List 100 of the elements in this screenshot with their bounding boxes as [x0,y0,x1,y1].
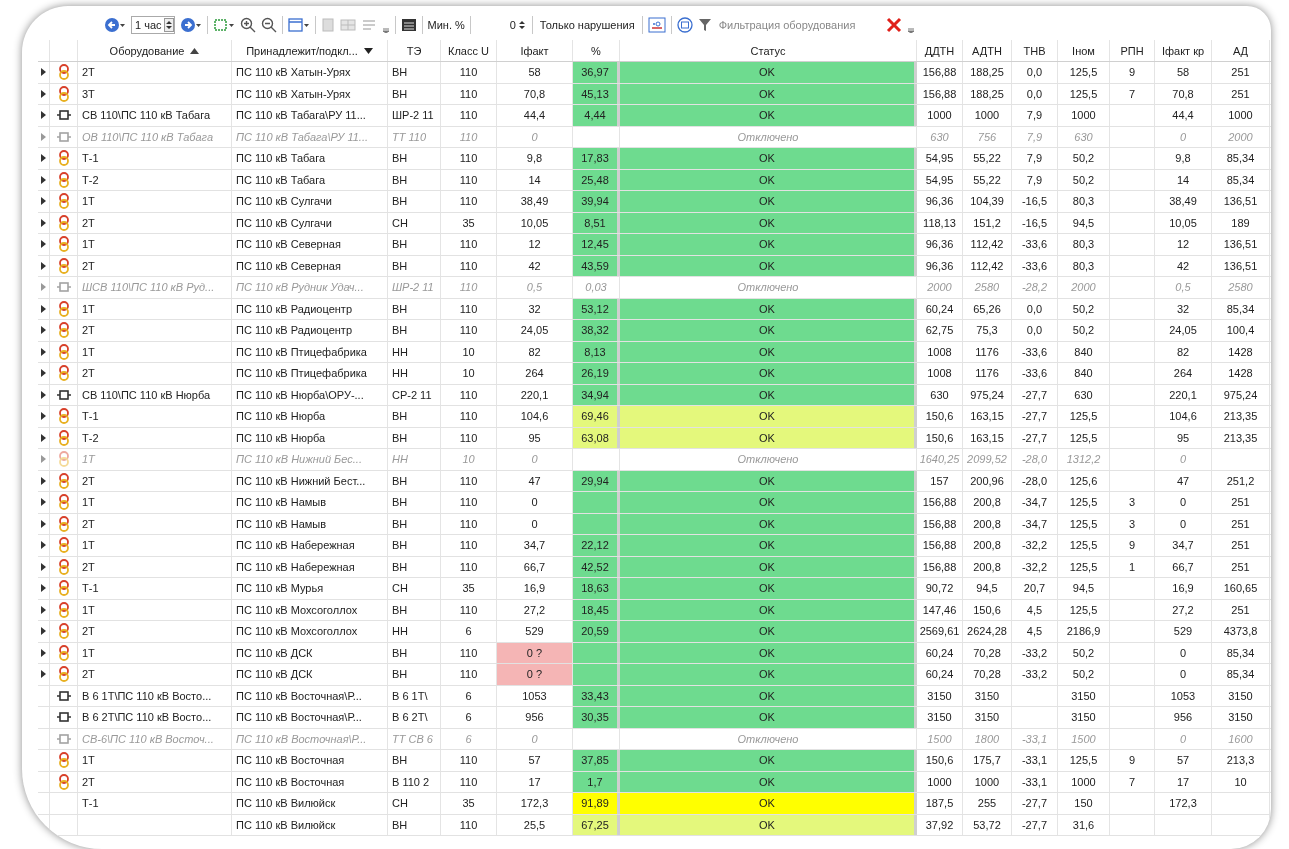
table-cell: ПС 110 кВ Восточная [232,771,388,792]
transformer-icon [57,85,70,102]
column-header[interactable]: ТЭ [388,40,441,61]
select-frame-icon[interactable] [212,17,235,33]
table-cell: 0,0 [1012,298,1058,319]
status-cell: OK [620,105,917,126]
expand-arrow-icon[interactable] [41,197,46,206]
table-cell: 7,9 [1012,169,1058,190]
close-icon[interactable] [885,17,902,33]
column-header[interactable]: АД [1212,40,1270,61]
table-cell: 136,51 [1212,191,1270,212]
expand-arrow-icon[interactable] [41,218,46,227]
expand-arrow-icon[interactable] [41,627,46,636]
table-cell: 150,6 [917,750,963,771]
table-cell: ШСВ 110\ПС 110 кВ Руд... [78,277,232,298]
table-cell: 1Т [78,599,232,620]
table-cell: ПС 110 кВ Радиоцентр [232,298,388,319]
spin-arrows-icon[interactable] [163,18,174,32]
expand-arrow-icon[interactable] [41,68,46,77]
expand-arrow-icon[interactable] [41,369,46,378]
column-header[interactable]: Iфакт кр [1155,40,1212,61]
status-cell: OK [620,255,917,276]
expand-arrow-icon[interactable] [41,476,46,485]
column-header[interactable]: Iфакт [497,40,573,61]
expand-arrow-icon[interactable] [41,390,46,399]
column-header[interactable]: ДДТН [917,40,963,61]
status-cell: OK [620,599,917,620]
expand-arrow-icon[interactable] [41,498,46,507]
expand-arrow-icon[interactable] [41,519,46,528]
window-icon[interactable] [287,17,310,33]
expand-arrow-icon[interactable] [41,584,46,593]
table-icon[interactable] [400,17,417,33]
expand-arrow-icon[interactable] [41,261,46,270]
decimal-icon[interactable] [647,17,666,33]
table-cell: 60,24 [917,642,963,663]
expand-arrow-icon[interactable] [41,412,46,421]
zoom-in-icon[interactable] [239,17,256,33]
dropdown-icon[interactable] [363,47,373,54]
expand-arrow-icon[interactable] [41,648,46,657]
percent-cell: 63,08 [573,427,620,448]
expand-arrow-icon[interactable] [41,111,46,120]
table-cell: 3 [1110,492,1155,513]
table-cell: 1008 [917,341,963,362]
column-header[interactable]: АДТН [963,40,1012,61]
table-cell: 110 [441,535,497,556]
expand-arrow-icon[interactable] [41,304,46,313]
table-cell: 150 [1058,793,1110,814]
column-header[interactable]: Iном [1058,40,1110,61]
interval-spinner[interactable]: 1 час [131,16,175,34]
status-cell: OK [620,685,917,706]
circle-grid-icon[interactable] [676,17,693,33]
column-header[interactable]: Статус [620,40,917,61]
expand-arrow-icon[interactable] [41,562,46,571]
expand-arrow-icon[interactable] [41,605,46,614]
breaker-icon [56,281,71,294]
expand-arrow-icon[interactable] [41,89,46,98]
column-header[interactable]: Класс U [441,40,497,61]
table-cell: ВН [388,599,441,620]
expand-arrow-icon[interactable] [41,240,46,249]
violations-button[interactable]: Только нарушения [537,19,637,31]
forward-arrow-icon[interactable] [179,17,202,33]
column-header[interactable]: Принадлежит/подкл... [232,40,388,61]
expand-arrow-icon[interactable] [41,326,46,335]
table-cell: ПС 110 кВ Мохсоголлох [232,621,388,642]
table-cell: ВН [388,406,441,427]
table-cell: ПС 110 кВ Нюрба [232,406,388,427]
table-cell: 62,75 [917,320,963,341]
table-cell: ПС 110 кВ Сулгачи [232,212,388,233]
expand-arrow-icon[interactable] [41,433,46,442]
back-arrow-icon[interactable] [104,17,126,33]
table-cell: НН [388,363,441,384]
table-cell: 1000 [917,771,963,792]
table-cell: ВН [388,234,441,255]
table-cell: 110 [441,320,497,341]
zoom-out-icon[interactable] [260,17,277,33]
column-header[interactable]: % [573,40,620,61]
filter-icon[interactable] [697,17,712,33]
table-cell: 1000 [1212,105,1270,126]
table-cell: 125,5 [1058,556,1110,577]
table-cell: 1Т [78,298,232,319]
expand-arrow-icon[interactable] [41,175,46,184]
table-cell: В 6 1Т\ПС 110 кВ Восто... [78,685,232,706]
table-cell: 125,5 [1058,83,1110,104]
table-cell: 85,34 [1212,298,1270,319]
spin-arrows-icon[interactable] [517,18,526,32]
column-header[interactable]: Оборудование [78,40,232,61]
table-cell: 4373,8 [1212,621,1270,642]
expand-arrow-icon[interactable] [41,670,46,679]
expand-arrow-icon[interactable] [41,347,46,356]
sort-up-icon[interactable] [190,47,200,54]
percent-cell: 18,45 [573,599,620,620]
expand-arrow-icon[interactable] [41,154,46,163]
table-cell: 150,6 [963,599,1012,620]
table-cell: 1428 [1212,341,1270,362]
percent-cell: 30,35 [573,707,620,728]
expand-arrow-icon[interactable] [41,541,46,550]
column-header[interactable]: РПН [1110,40,1155,61]
table-cell: 70,28 [963,642,1012,663]
column-header[interactable]: ТНВ [1012,40,1058,61]
transformer-icon [57,623,70,640]
